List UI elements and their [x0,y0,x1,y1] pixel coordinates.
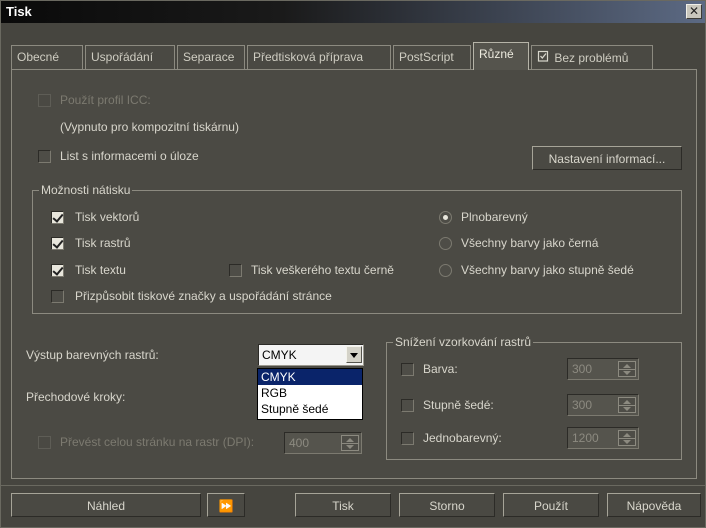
tab-misc[interactable]: Různé [473,42,529,70]
print-text-checkbox[interactable] [51,264,64,277]
tab-label: Uspořádání [91,50,154,64]
print-rasters-label: Tisk rastrů [75,236,131,250]
tab-label: Obecné [17,50,60,64]
print-rasters-checkbox[interactable] [51,237,64,250]
dropdown-option-rgb[interactable]: RGB [258,385,362,401]
fit-marks-label: Přizpůsobit tiskové značky a uspořádání … [75,289,332,303]
downsample-mono-checkbox[interactable] [401,432,414,445]
tab-label: Bez problémů [554,51,629,65]
print-dialog: Tisk ✕ Obecné Uspořádání Separace Předti… [0,0,706,528]
tab-general[interactable]: Obecné [11,45,83,69]
icc-note: (Vypnuto pro kompozitní tiskárnu) [60,120,239,134]
job-info-label: List s informacemi o úloze [60,149,199,163]
spinner-arrows-icon[interactable] [618,430,636,446]
more-options-button[interactable]: ⏩ [207,493,245,517]
chevron-down-icon[interactable] [346,346,362,363]
rasterize-page-checkbox[interactable] [38,436,51,449]
grayscale-radio[interactable] [439,264,452,277]
apply-button[interactable]: Použít [503,493,599,517]
all-black-label: Všechny barvy jako černá [461,236,599,250]
downsample-gray-checkbox[interactable] [401,399,414,412]
dropdown-option-grayscale[interactable]: Stupně šedé [258,401,362,417]
tab-label: Předtisková příprava [253,50,364,64]
downsample-gray-label: Stupně šedé: [423,398,494,412]
cancel-button[interactable]: Storno [399,493,495,517]
job-info-checkbox[interactable] [38,150,51,163]
full-color-label: Plnobarevný [461,210,528,224]
grayscale-label: Všechny barvy jako stupně šedé [461,263,634,277]
downsample-mono-value: 1200 [572,431,599,445]
raster-output-label: Výstup barevných rastrů: [26,348,159,362]
rasterize-page-label: Převést celou stránku na rastr (DPI): [60,435,255,449]
gradient-steps-label: Přechodové kroky: [26,390,126,404]
print-vectors-label: Tisk vektorů [75,210,140,224]
tab-label: PostScript [399,50,454,64]
downsampling-group: Snížení vzorkování rastrů Barva: 300 Stu… [386,335,682,460]
fast-forward-icon: ⏩ [218,499,234,513]
tab-prepress[interactable]: Předtisková příprava [247,45,391,69]
group-title: Snížení vzorkování rastrů [393,335,534,349]
use-icc-checkbox[interactable] [38,94,51,107]
close-icon[interactable]: ✕ [686,4,702,19]
tab-separations[interactable]: Separace [177,45,245,69]
title-bar: Tisk ✕ [1,1,705,23]
raster-output-dropdown: CMYK RGB Stupně šedé [257,368,363,420]
divider [1,485,705,486]
tab-issues[interactable]: Bez problémů [531,45,653,69]
full-color-radio[interactable] [439,211,452,224]
downsample-gray-value: 300 [572,398,593,412]
preview-button[interactable]: Náhled [11,493,201,517]
downsample-color-label: Barva: [423,362,458,376]
group-title: Možnosti nátisku [39,183,133,197]
print-all-text-black-label: Tisk veškerého textu černě [251,263,394,277]
print-button[interactable]: Tisk [295,493,391,517]
tab-postscript[interactable]: PostScript [393,45,471,69]
info-settings-button[interactable]: Nastavení informací... [532,146,682,170]
downsample-mono-spinner[interactable]: 1200 [567,427,639,449]
tab-layout[interactable]: Uspořádání [85,45,175,69]
downsample-mono-label: Jednobarevný: [423,431,502,445]
print-options-group: Možnosti nátisku Tisk vektorů Tisk rastr… [32,183,682,314]
rasterize-dpi-value: 400 [289,436,310,450]
dropdown-option-cmyk[interactable]: CMYK [258,369,362,385]
downsample-color-spinner[interactable]: 300 [567,358,639,380]
use-icc-label: Použít profil ICC: [60,93,151,107]
spinner-arrows-icon[interactable] [341,435,359,451]
help-button[interactable]: Nápověda [607,493,701,517]
rasterize-dpi-spinner[interactable]: 400 [284,432,362,454]
spinner-arrows-icon[interactable] [618,397,636,413]
tab-label: Různé [479,47,514,61]
print-text-label: Tisk textu [75,263,126,277]
spinner-arrows-icon[interactable] [618,361,636,377]
raster-output-select[interactable]: CMYK [258,344,364,366]
clipboard-check-icon [537,50,551,65]
downsample-color-checkbox[interactable] [401,363,414,376]
raster-output-value: CMYK [262,348,297,362]
print-all-text-black-checkbox[interactable] [229,264,242,277]
fit-marks-checkbox[interactable] [51,290,64,303]
print-vectors-checkbox[interactable] [51,211,64,224]
all-black-radio[interactable] [439,237,452,250]
downsample-gray-spinner[interactable]: 300 [567,394,639,416]
tab-label: Separace [183,50,235,64]
window-title: Tisk [6,4,32,19]
downsample-color-value: 300 [572,362,593,376]
